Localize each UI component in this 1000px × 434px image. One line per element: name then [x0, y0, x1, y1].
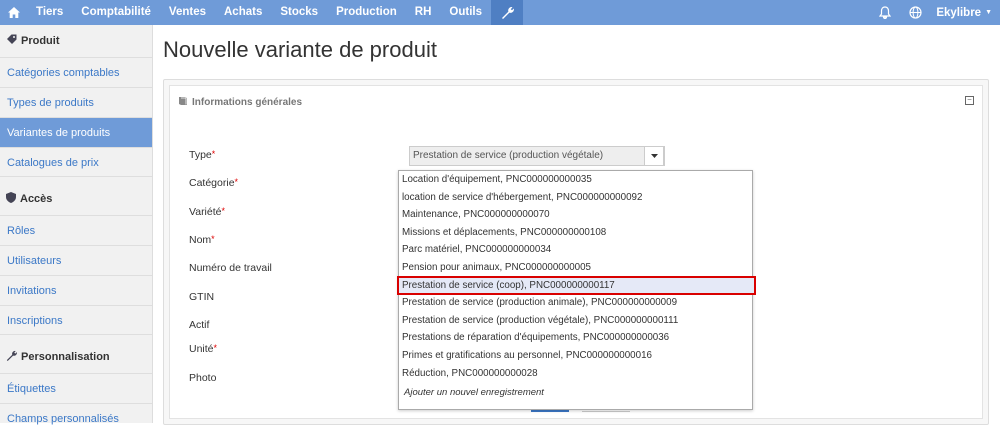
- sidebar-section-personnalisation: Personnalisation: [0, 341, 152, 373]
- wrench-icon[interactable]: [491, 0, 523, 25]
- type-select[interactable]: Prestation de service (production végéta…: [409, 146, 665, 166]
- dropdown-option[interactable]: Réduction, PNC000000000028: [399, 365, 752, 383]
- nav-tiers[interactable]: Tiers: [27, 0, 72, 25]
- sidebar-item-variantes-de-produits[interactable]: Variantes de produits: [0, 117, 152, 147]
- collapse-icon[interactable]: −: [965, 96, 974, 105]
- sidebar-section-title: Produit: [21, 35, 60, 47]
- field-label-type: Type*: [189, 149, 216, 161]
- nav-achats[interactable]: Achats: [215, 0, 271, 25]
- field-label-variete: Variété*: [189, 206, 226, 218]
- nav-ventes[interactable]: Ventes: [160, 0, 215, 25]
- sidebar-section-title: Personnalisation: [21, 351, 110, 363]
- nav-outils[interactable]: Outils: [440, 0, 491, 25]
- sidebar-item-inscriptions[interactable]: Inscriptions: [0, 305, 152, 335]
- sidebar-item-categories-comptables[interactable]: Catégories comptables: [0, 57, 152, 87]
- sidebar-section-title: Accès: [20, 193, 53, 205]
- nav-stocks[interactable]: Stocks: [271, 0, 327, 25]
- dropdown-option[interactable]: Maintenance, PNC000000000070: [399, 206, 752, 224]
- shield-icon: [6, 192, 16, 206]
- dropdown-option[interactable]: Prestations de réparation d'équipements,…: [399, 329, 752, 347]
- dropdown-option-highlighted[interactable]: Prestation de service (coop), PNC0000000…: [397, 275, 756, 296]
- dropdown-option[interactable]: Missions et déplacements, PNC00000000010…: [399, 224, 752, 242]
- bell-icon[interactable]: [870, 0, 900, 25]
- sidebar-item-invitations[interactable]: Invitations: [0, 275, 152, 305]
- nav-rh[interactable]: RH: [406, 0, 441, 25]
- field-label-photo: Photo: [189, 372, 217, 384]
- field-label-actif: Actif: [189, 319, 210, 331]
- sidebar-item-roles[interactable]: Rôles: [0, 215, 152, 245]
- sidebar-section-produit: Produit: [0, 25, 152, 57]
- field-label-gtin: GTIN: [189, 291, 215, 303]
- field-label-nom: Nom*: [189, 234, 215, 246]
- user-menu[interactable]: Ekylibre ▼: [930, 7, 1000, 19]
- book-icon: [178, 96, 188, 109]
- dropdown-option[interactable]: location de service d'hébergement, PNC00…: [399, 189, 752, 207]
- user-name: Ekylibre: [936, 6, 982, 19]
- field-label-categorie: Catégorie*: [189, 177, 239, 189]
- dropdown-option[interactable]: Primes et gratifications au personnel, P…: [399, 347, 752, 365]
- sidebar-section-acces: Accès: [0, 183, 152, 215]
- home-icon[interactable]: [0, 0, 27, 25]
- globe-icon[interactable]: [900, 0, 930, 25]
- tag-icon: [6, 34, 17, 48]
- type-select-value: Prestation de service (production végéta…: [413, 150, 604, 161]
- field-label-unite: Unité*: [189, 343, 218, 355]
- sidebar-item-catalogues-de-prix[interactable]: Catalogues de prix: [0, 147, 152, 177]
- add-new-record-link[interactable]: Ajouter un nouvel enregistrement: [399, 382, 752, 404]
- dropdown-option[interactable]: Prestation de service (production animal…: [399, 294, 752, 312]
- sidebar-item-utilisateurs[interactable]: Utilisateurs: [0, 245, 152, 275]
- dropdown-option[interactable]: Parc matériel, PNC000000000034: [399, 241, 752, 259]
- field-label-numero-de-travail: Numéro de travail: [189, 262, 272, 274]
- caret-down-icon[interactable]: [644, 146, 664, 166]
- section-header[interactable]: Informations générales: [178, 96, 302, 109]
- sidebar-item-types-de-produits[interactable]: Types de produits: [0, 87, 152, 117]
- nav-comptabilite[interactable]: Comptabilité: [72, 0, 160, 25]
- wrench-icon: [6, 350, 17, 364]
- sidebar: Produit Catégories comptables Types de p…: [0, 25, 153, 425]
- categorie-dropdown-list: Location d'équipement, PNC000000000035 l…: [397, 170, 756, 410]
- sidebar-item-champs-personnalises[interactable]: Champs personnalisés: [0, 403, 152, 433]
- sidebar-item-etiquettes[interactable]: Étiquettes: [0, 373, 152, 403]
- nav-production[interactable]: Production: [327, 0, 406, 25]
- page-title: Nouvelle variante de produit: [163, 37, 437, 62]
- top-navigation-bar: Tiers Comptabilité Ventes Achats Stocks …: [0, 0, 1000, 25]
- dropdown-option[interactable]: Pension pour animaux, PNC000000000005: [399, 259, 752, 277]
- section-title: Informations générales: [192, 97, 303, 108]
- caret-down-icon: ▼: [985, 9, 992, 16]
- dropdown-option[interactable]: Location d'équipement, PNC000000000035: [399, 171, 752, 189]
- dropdown-option[interactable]: Prestation de service (production végéta…: [399, 312, 752, 330]
